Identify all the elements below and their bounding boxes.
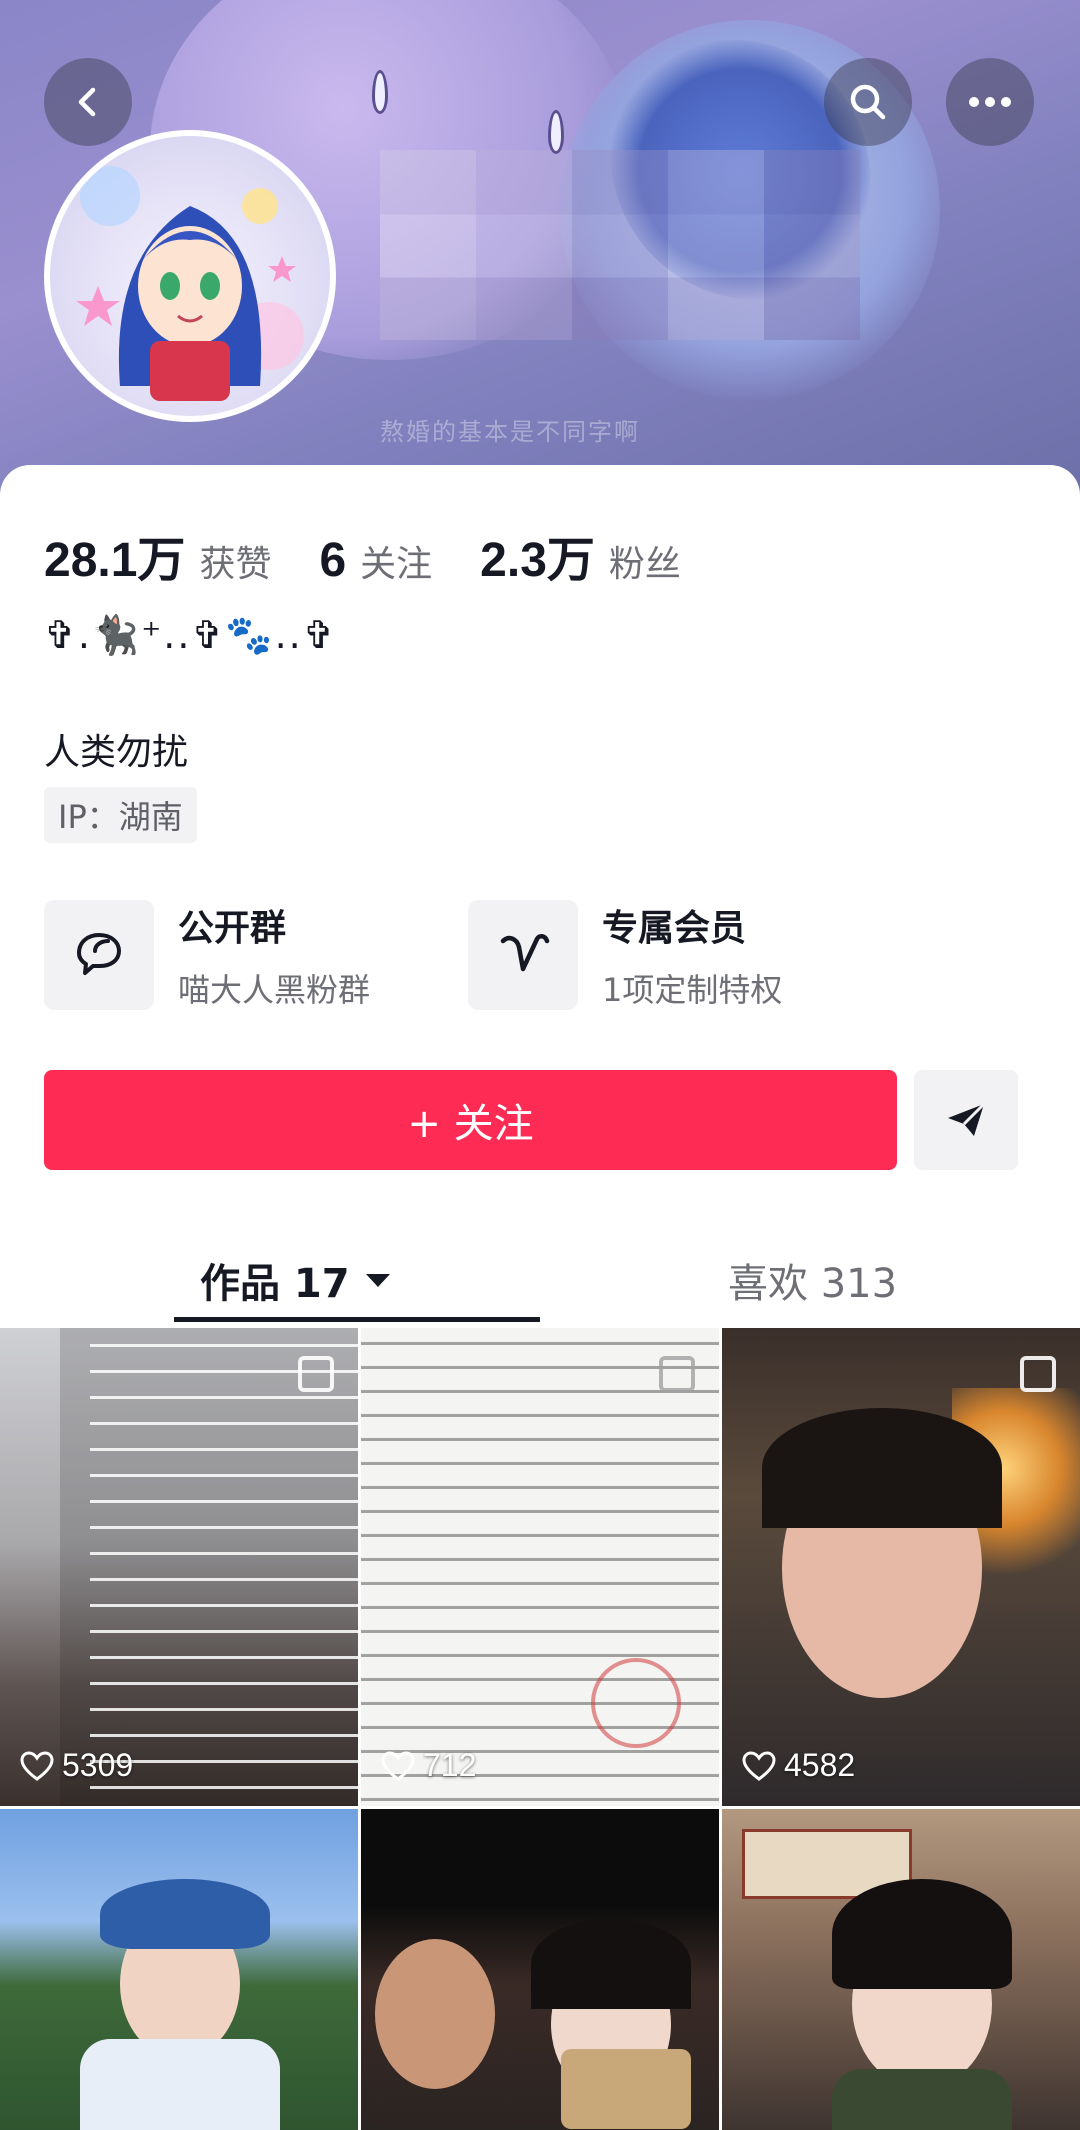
more-dots-icon (969, 97, 1011, 107)
chat-bubbles-icon (44, 900, 154, 1010)
video-grid: 5309 712 4582 (0, 1328, 1080, 2130)
following-count[interactable]: 6 (319, 533, 346, 588)
banner-mosaic (380, 150, 860, 340)
following-label[interactable]: 关注 (360, 535, 432, 587)
followers-label[interactable]: 粉丝 (609, 535, 681, 587)
profile-stats: 28.1万 获赞 6 关注 2.3万 粉丝 (44, 520, 729, 590)
video-tile[interactable] (0, 1809, 358, 2130)
feature-title: 专属会员 (602, 908, 747, 949)
caret-down-icon (365, 1274, 390, 1287)
search-icon (850, 84, 886, 120)
tab-works[interactable]: 作品 17 (200, 1235, 392, 1325)
banner-sweat-drop (372, 70, 388, 114)
exclusive-membership-entry[interactable]: 专属会员 1项定制特权 (468, 900, 782, 1010)
multi-image-icon (659, 1356, 695, 1392)
video-like-count: 4582 (742, 1747, 855, 1784)
tab-likes-label: 喜欢 313 (728, 1261, 898, 1307)
profile-name: ✞.🐈‍⬛⁺..✞🐾..✞ (44, 613, 337, 657)
feature-subtitle: 1项定制特权 (602, 971, 783, 1009)
heart-icon (381, 1750, 415, 1781)
more-button[interactable] (946, 58, 1034, 146)
profile-card: 28.1万 获赞 6 关注 2.3万 粉丝 ✞.🐈‍⬛⁺..✞🐾..✞ 人类勿扰… (0, 465, 1080, 1325)
profile-bio: 人类勿扰 (44, 732, 189, 773)
avatar-illustration (76, 166, 304, 401)
banner-sweat-drop (548, 110, 564, 154)
search-button[interactable] (824, 58, 912, 146)
tab-works-label: 作品 17 (200, 1261, 350, 1307)
likes-count: 28.1万 (44, 534, 186, 587)
public-group-entry[interactable]: 公开群 喵大人黑粉群 (44, 900, 370, 1010)
multi-image-icon (1020, 1356, 1056, 1392)
likes-label: 获赞 (199, 544, 272, 585)
chevron-left-icon (78, 87, 96, 117)
video-tile[interactable]: 4582 (722, 1328, 1080, 1806)
red-seal-stamp (591, 1658, 681, 1748)
ip-location-tag: IP：湖南 (44, 787, 197, 843)
video-like-count: 712 (381, 1747, 476, 1784)
feature-title: 公开群 (178, 908, 287, 949)
heart-v-icon (468, 900, 578, 1010)
content-tabs: 作品 17 喜欢 313 (0, 1235, 1080, 1325)
video-tile[interactable]: 5309 (0, 1328, 358, 1806)
video-like-count: 5309 (20, 1747, 133, 1784)
followers-count[interactable]: 2.3万 (480, 520, 595, 590)
back-button[interactable] (44, 58, 132, 146)
follow-button-label: + 关注 (407, 1101, 534, 1147)
tab-likes[interactable]: 喜欢 313 (728, 1235, 897, 1325)
heart-icon (20, 1750, 54, 1781)
avatar[interactable] (44, 130, 336, 422)
video-overlay-text (90, 1328, 358, 1806)
active-tab-indicator (174, 1317, 540, 1322)
banner-watermark: 熬婚的基本是不同字啊 (380, 418, 640, 446)
heart-icon (742, 1750, 776, 1781)
follow-button[interactable]: + 关注 (44, 1070, 897, 1170)
video-tile[interactable]: 712 (361, 1328, 719, 1806)
feature-subtitle: 喵大人黑粉群 (178, 971, 371, 1009)
video-tile[interactable] (361, 1809, 719, 2130)
video-tile[interactable] (722, 1809, 1080, 2130)
message-button[interactable] (914, 1070, 1018, 1170)
multi-image-icon (298, 1356, 334, 1392)
portrait-face (375, 1939, 495, 2089)
send-icon (948, 1102, 986, 1136)
